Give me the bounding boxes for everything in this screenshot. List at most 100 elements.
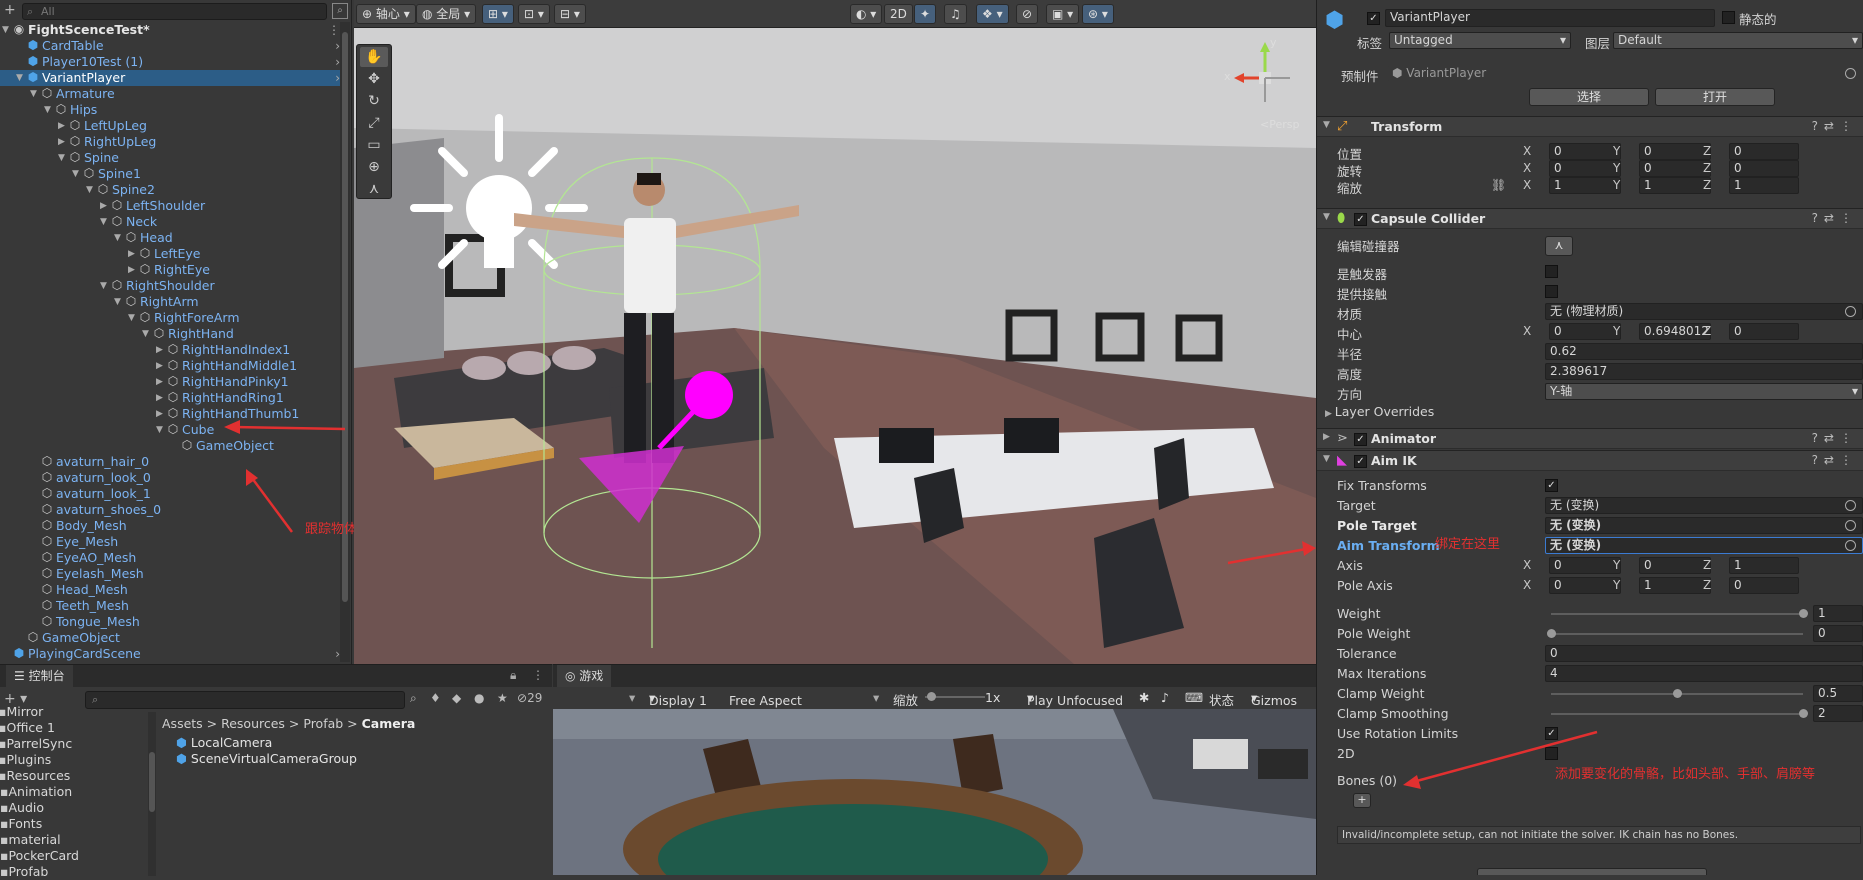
transform-tool-icon[interactable]: ⊕ <box>360 157 388 177</box>
global-toggle[interactable]: ◍ 全局 ▾ <box>416 4 477 24</box>
folder-label: Mirror <box>6 704 44 719</box>
display-label: Display 1 <box>649 693 708 708</box>
breadcrumb-resources[interactable]: Resources <box>221 716 285 731</box>
prefab-icon: ⬢ <box>176 735 191 750</box>
console-tab-bar: ☰ 控制台 🔒︎ ⋮ <box>0 665 552 687</box>
tab-console[interactable]: ☰ 控制台 <box>6 665 73 687</box>
camera-settings-icon[interactable]: ▣ ▾ <box>1046 4 1080 24</box>
lock-icon[interactable]: 🔒︎ <box>510 668 516 683</box>
more-menu-icon[interactable]: ⋮ <box>532 668 544 682</box>
breadcrumb-camera[interactable]: Camera <box>362 716 416 731</box>
project-search-input[interactable]: ⌕ <box>85 691 405 709</box>
asset-item[interactable]: ⬢ LocalCamera <box>176 735 272 750</box>
grid-snap-button[interactable]: ⊞ ▾ <box>482 4 514 24</box>
game-view: ◎ 游戏 ▾ Display 1 ▾ Free Aspect ▾ 缩放 1x P… <box>553 664 1316 875</box>
pivot-toggle[interactable]: ⊕ 轴心 ▾ <box>356 4 416 24</box>
hierarchy-panel: + ⌕ All ⌕ ▼ ◉ FightScenceTest* ⋮ ⬢ CardTable ›… <box>0 0 383 664</box>
game-tab-label: 游戏 <box>579 669 604 683</box>
play-mode-dropdown[interactable]: Play Unfocused ▾ <box>1027 690 1123 708</box>
gizmos-button[interactable]: Gizmos ▾ <box>1251 690 1297 708</box>
folder-item[interactable]: ▪Audio <box>0 800 44 816</box>
play-mode-label: Play Unfocused <box>1027 693 1124 708</box>
display-dropdown[interactable]: Display 1 ▾ <box>649 690 707 708</box>
folder-item[interactable]: ▪Office 1 <box>0 720 55 736</box>
folder-item[interactable]: ▪Resources <box>0 768 70 784</box>
folder-label: Resources <box>6 768 71 783</box>
draw-mode-button[interactable]: ◐ ▾ <box>850 4 883 24</box>
pivot-icon: ⊕ <box>362 7 376 21</box>
folder-item[interactable]: ▪ParrelSync <box>0 736 72 752</box>
tab-game[interactable]: ◎ 游戏 <box>557 665 612 687</box>
label-icon[interactable]: ◆ <box>452 691 461 705</box>
hidden-packages-icon[interactable]: ⊘29 <box>517 691 542 705</box>
aspect-chevron-icon[interactable]: ▾ <box>873 690 879 705</box>
breadcrumb: Assets > Resources > Profab > Camera <box>162 716 416 731</box>
stats-button[interactable]: 状态 <box>1209 690 1234 709</box>
gizmos-toggle-icon[interactable]: ⊛ ▾ <box>1082 4 1114 24</box>
folder-label: Fonts <box>8 816 43 831</box>
folder-label: material <box>8 832 61 847</box>
folder-label: Office 1 <box>6 720 55 735</box>
grid-button[interactable]: ⊟ ▾ <box>554 4 586 24</box>
axis-gizmo-icon <box>1234 42 1290 102</box>
lighting-toggle-icon[interactable]: ✦ <box>914 4 937 24</box>
scale-slider-knob[interactable] <box>927 692 936 701</box>
rotate-tool-icon[interactable]: ↻ <box>360 91 388 111</box>
warning-icon[interactable]: ● <box>474 691 484 705</box>
inspector-panel: ⬢ ✓ VariantPlayer 静态的 标签 Untagged ▾ 图层 De… <box>1316 0 1863 875</box>
globe-icon: ◍ <box>422 7 437 21</box>
game-tab-bar: ◎ 游戏 <box>553 665 1316 687</box>
folder-label: PockerCard <box>8 848 79 863</box>
toggle-2d-button[interactable]: 2D <box>884 4 913 24</box>
asset-item[interactable]: ⬢ SceneVirtualCameraGroup <box>176 751 357 766</box>
scale-tool-icon[interactable]: ⤢ <box>360 113 388 133</box>
scale-value: 1x <box>985 690 1001 705</box>
breadcrumb-profab[interactable]: Profab <box>303 716 343 731</box>
filter-icon[interactable]: ♦ <box>430 691 441 705</box>
folder-item[interactable]: ▪Plugins <box>0 752 51 768</box>
hidden-objects-icon[interactable]: ⊘ <box>1016 4 1039 24</box>
hand-tool-icon[interactable]: ✋ <box>360 47 388 67</box>
prefab-icon: ⬢ <box>176 751 191 766</box>
folder-label: ParrelSync <box>6 736 73 751</box>
keyboard-icon[interactable]: ⌨ <box>1185 690 1203 705</box>
folder-label: Plugins <box>6 752 52 767</box>
move-tool-icon[interactable]: ✥ <box>360 69 388 89</box>
mute-audio-icon[interactable]: ♪ <box>1161 690 1169 705</box>
axis-x-label: x <box>1224 70 1231 83</box>
folder-scrollbar[interactable] <box>148 712 156 876</box>
aspect-label: Free Aspect <box>729 693 802 708</box>
favorite-icon[interactable]: ★ <box>497 691 508 705</box>
folder-item[interactable]: ▪material <box>0 832 61 848</box>
search-by-type-icon[interactable]: ⌕ <box>410 691 417 706</box>
bug-icon[interactable]: ✱ <box>1139 690 1149 705</box>
game-type-dropdown-icon[interactable]: ▾ <box>629 690 635 705</box>
folder-tree: ▪Mirror ▪Office 1 ▪ParrelSync ▪Plugins ▪Reso… <box>0 704 148 879</box>
folder-item[interactable]: ▪Fonts <box>0 816 42 832</box>
search-icon: ⌕ <box>92 693 99 706</box>
scale-label: 缩放 <box>893 693 919 708</box>
custom-tool-icon[interactable]: ⋏ <box>360 179 388 199</box>
persp-label[interactable]: <Persp <box>1260 118 1299 131</box>
scene-view[interactable]: ⊕ 轴心 ▾ ◍ 全局 ▾ ⊞ ▾ ⊡ ▾ ⊟ ▾ ◐ ▾ 2D ✦ ♫ ❖ ▾… <box>354 0 1316 664</box>
rect-tool-icon[interactable]: ▭ <box>360 135 388 155</box>
breadcrumb-assets[interactable]: Assets <box>162 716 203 731</box>
folder-label: Audio <box>8 800 45 815</box>
folder-item[interactable]: ▪Animation <box>0 784 72 800</box>
snap-increment-button[interactable]: ⊡ ▾ <box>518 4 550 24</box>
asset-label: LocalCamera <box>190 735 273 750</box>
asset-label: SceneVirtualCameraGroup <box>190 751 357 766</box>
axis-y-label: y <box>1270 36 1277 49</box>
folder-item[interactable]: ▪Profab <box>0 864 48 880</box>
audio-toggle-icon[interactable]: ♫ <box>944 4 967 24</box>
console-tab-label: 控制台 <box>28 669 65 683</box>
effects-toggle-icon[interactable]: ❖ ▾ <box>976 4 1009 24</box>
gizmos-label: Gizmos <box>1251 693 1298 708</box>
folder-item[interactable]: ▪Mirror <box>0 704 43 720</box>
orientation-gizmo[interactable]: x y <Persp <box>1220 36 1310 136</box>
global-label: 全局 <box>436 7 461 21</box>
console-panel: ☰ 控制台 🔒︎ ⋮ + ▾ ⌕ ⌕ ♦ ◆ ● ★ ⊘29 ▪Mirror ▪O… <box>0 664 552 879</box>
folder-label: Profab <box>8 864 49 879</box>
scene-toolbar: ⊕ 轴心 ▾ ◍ 全局 ▾ ⊞ ▾ ⊡ ▾ ⊟ ▾ ◐ ▾ 2D ✦ ♫ ❖ ▾… <box>354 0 1316 28</box>
folder-item[interactable]: ▪PockerCard <box>0 848 79 864</box>
